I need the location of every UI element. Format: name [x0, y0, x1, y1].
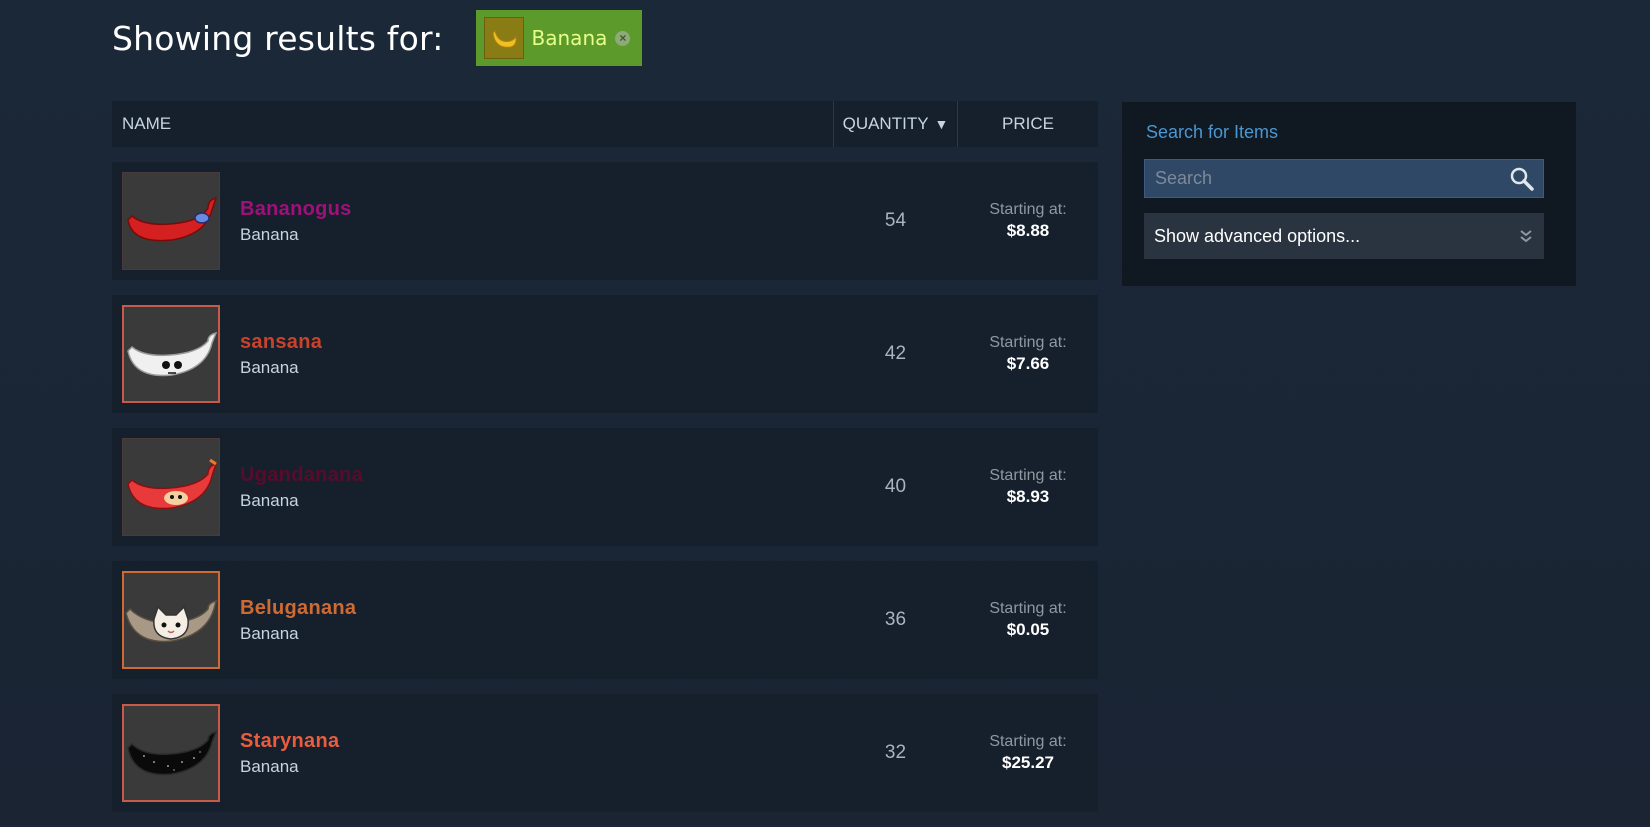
price-value: $0.05: [1006, 620, 1050, 639]
white-banana-skull-icon: [127, 331, 218, 377]
price-label: Starting at:: [989, 467, 1067, 484]
item-info: Ugandanana Banana: [240, 464, 833, 511]
gray-banana-cat-icon: [125, 599, 218, 643]
item-type: Banana: [240, 756, 299, 776]
advanced-options-label: Show advanced options...: [1154, 225, 1361, 246]
price-label: Starting at:: [989, 733, 1067, 750]
item-info: Bananogus Banana: [240, 198, 833, 245]
column-headers: NAME QUANTITY ▼ PRICE: [112, 101, 1098, 147]
item-type: Banana: [240, 623, 299, 643]
listing-row[interactable]: Starynana Banana 32 Starting at: $25.27: [112, 694, 1098, 812]
filter-label: Banana: [531, 26, 608, 50]
item-name[interactable]: Beluganana: [240, 597, 833, 620]
item-name[interactable]: Starynana: [240, 730, 833, 753]
item-price-block: Starting at: $7.66: [958, 334, 1098, 374]
sort-descending-icon: ▼: [934, 116, 949, 132]
price-value: $25.27: [1002, 753, 1054, 772]
price-value: $8.93: [1006, 487, 1050, 506]
listing-row[interactable]: Beluganana Banana 36 Starting at: $0.05: [112, 561, 1098, 679]
item-quantity: 42: [884, 343, 907, 364]
sidebar-title: Search for Items: [1146, 122, 1279, 142]
listing-row[interactable]: Bananogus Banana 54 Starting at: $8.88: [112, 162, 1098, 280]
item-thumbnail: [122, 571, 220, 669]
advanced-options-toggle[interactable]: Show advanced options...: [1144, 213, 1544, 259]
item-info: Beluganana Banana: [240, 597, 833, 644]
price-column-header[interactable]: PRICE: [958, 114, 1098, 134]
results-header: Showing results for: Banana ×: [112, 10, 643, 66]
item-quantity: 40: [884, 476, 907, 497]
red-banana-visor-icon: [127, 196, 218, 242]
item-thumbnail: [122, 305, 220, 403]
item-thumbnail: [122, 172, 220, 270]
price-label: Starting at:: [989, 201, 1067, 218]
item-thumbnail: [122, 704, 220, 802]
price-value: $8.88: [1006, 221, 1050, 240]
listing-row[interactable]: Ugandanana Banana 40 Starting at: $8.93: [112, 428, 1098, 546]
item-type: Banana: [240, 224, 299, 244]
listing-row[interactable]: sansana Banana 42 Starting at: $7.66: [112, 295, 1098, 413]
item-name[interactable]: Ugandanana: [240, 464, 833, 487]
double-chevron-down-icon: [1520, 230, 1532, 243]
price-label: Starting at:: [989, 600, 1067, 617]
item-price-block: Starting at: $8.88: [958, 201, 1098, 241]
price-label: Starting at:: [989, 334, 1067, 351]
results-table: NAME QUANTITY ▼ PRICE Bananogus Banana 5…: [112, 101, 1098, 827]
banana-filter-icon: [483, 17, 524, 59]
item-thumbnail: [122, 438, 220, 536]
item-info: Starynana Banana: [240, 730, 833, 777]
search-input[interactable]: [1153, 167, 1509, 190]
price-value: $7.66: [1006, 354, 1050, 373]
item-name[interactable]: sansana: [240, 331, 833, 354]
red-banana-face-icon: [127, 458, 218, 510]
item-type: Banana: [240, 490, 299, 510]
starry-black-banana-icon: [127, 730, 218, 776]
search-icon[interactable]: [1509, 166, 1535, 192]
quantity-column-header[interactable]: QUANTITY ▼: [833, 101, 958, 147]
item-name[interactable]: Bananogus: [240, 198, 833, 221]
item-price-block: Starting at: $0.05: [958, 600, 1098, 640]
item-quantity: 32: [884, 742, 907, 763]
quantity-header-label: QUANTITY: [842, 114, 929, 133]
item-quantity: 36: [884, 609, 907, 630]
search-sidebar: Search for Items Show advanced options..…: [1122, 102, 1576, 286]
item-price-block: Starting at: $8.93: [958, 467, 1098, 507]
remove-filter-icon[interactable]: ×: [615, 30, 631, 46]
item-info: sansana Banana: [240, 331, 833, 378]
name-column-header[interactable]: NAME: [112, 114, 833, 134]
showing-results-label: Showing results for:: [112, 18, 444, 58]
banana-filter-tag[interactable]: Banana ×: [475, 10, 643, 66]
item-quantity: 54: [884, 210, 907, 231]
item-type: Banana: [240, 357, 299, 377]
item-price-block: Starting at: $25.27: [958, 733, 1098, 773]
search-box: [1144, 159, 1544, 198]
